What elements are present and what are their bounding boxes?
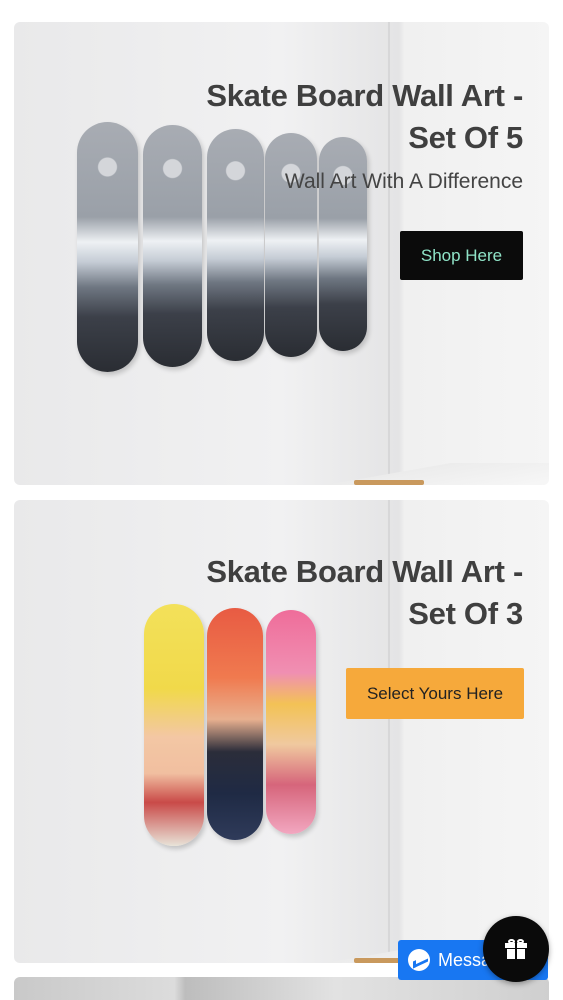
banner-title: Skate Board Wall Art - Set Of 5	[206, 75, 523, 159]
banner-subtitle: Wall Art With A Difference	[284, 170, 523, 193]
skateboard-deck	[265, 133, 317, 357]
banner-title-line2: Set Of 5	[408, 120, 523, 155]
messenger-icon	[408, 949, 430, 971]
gift-icon	[505, 939, 527, 959]
banner-title-line1: Skate Board Wall Art -	[206, 78, 523, 113]
skateboard-deck	[207, 129, 264, 361]
select-yours-here-button[interactable]: Select Yours Here	[346, 668, 524, 719]
skateboard-deck	[266, 610, 316, 834]
gift-button[interactable]	[483, 916, 549, 982]
skateboard-deck	[77, 122, 138, 372]
shop-here-button[interactable]: Shop Here	[400, 231, 523, 280]
banner-title: Skate Board Wall Art - Set Of 3	[206, 551, 523, 635]
skateboard-deck	[143, 125, 202, 367]
banner-title-line1: Skate Board Wall Art -	[206, 554, 523, 589]
banner-set-of-3[interactable]: Skate Board Wall Art - Set Of 3 Select Y…	[14, 500, 549, 963]
floor	[299, 463, 549, 485]
banner-set-of-5[interactable]: Skate Board Wall Art - Set Of 5 Wall Art…	[14, 22, 549, 485]
banner-title-line2: Set Of 3	[408, 596, 523, 631]
floor-wood	[354, 480, 424, 485]
skateboard-deck	[207, 608, 263, 840]
banner-next[interactable]	[14, 977, 549, 1000]
skateboard-deck	[144, 604, 204, 846]
